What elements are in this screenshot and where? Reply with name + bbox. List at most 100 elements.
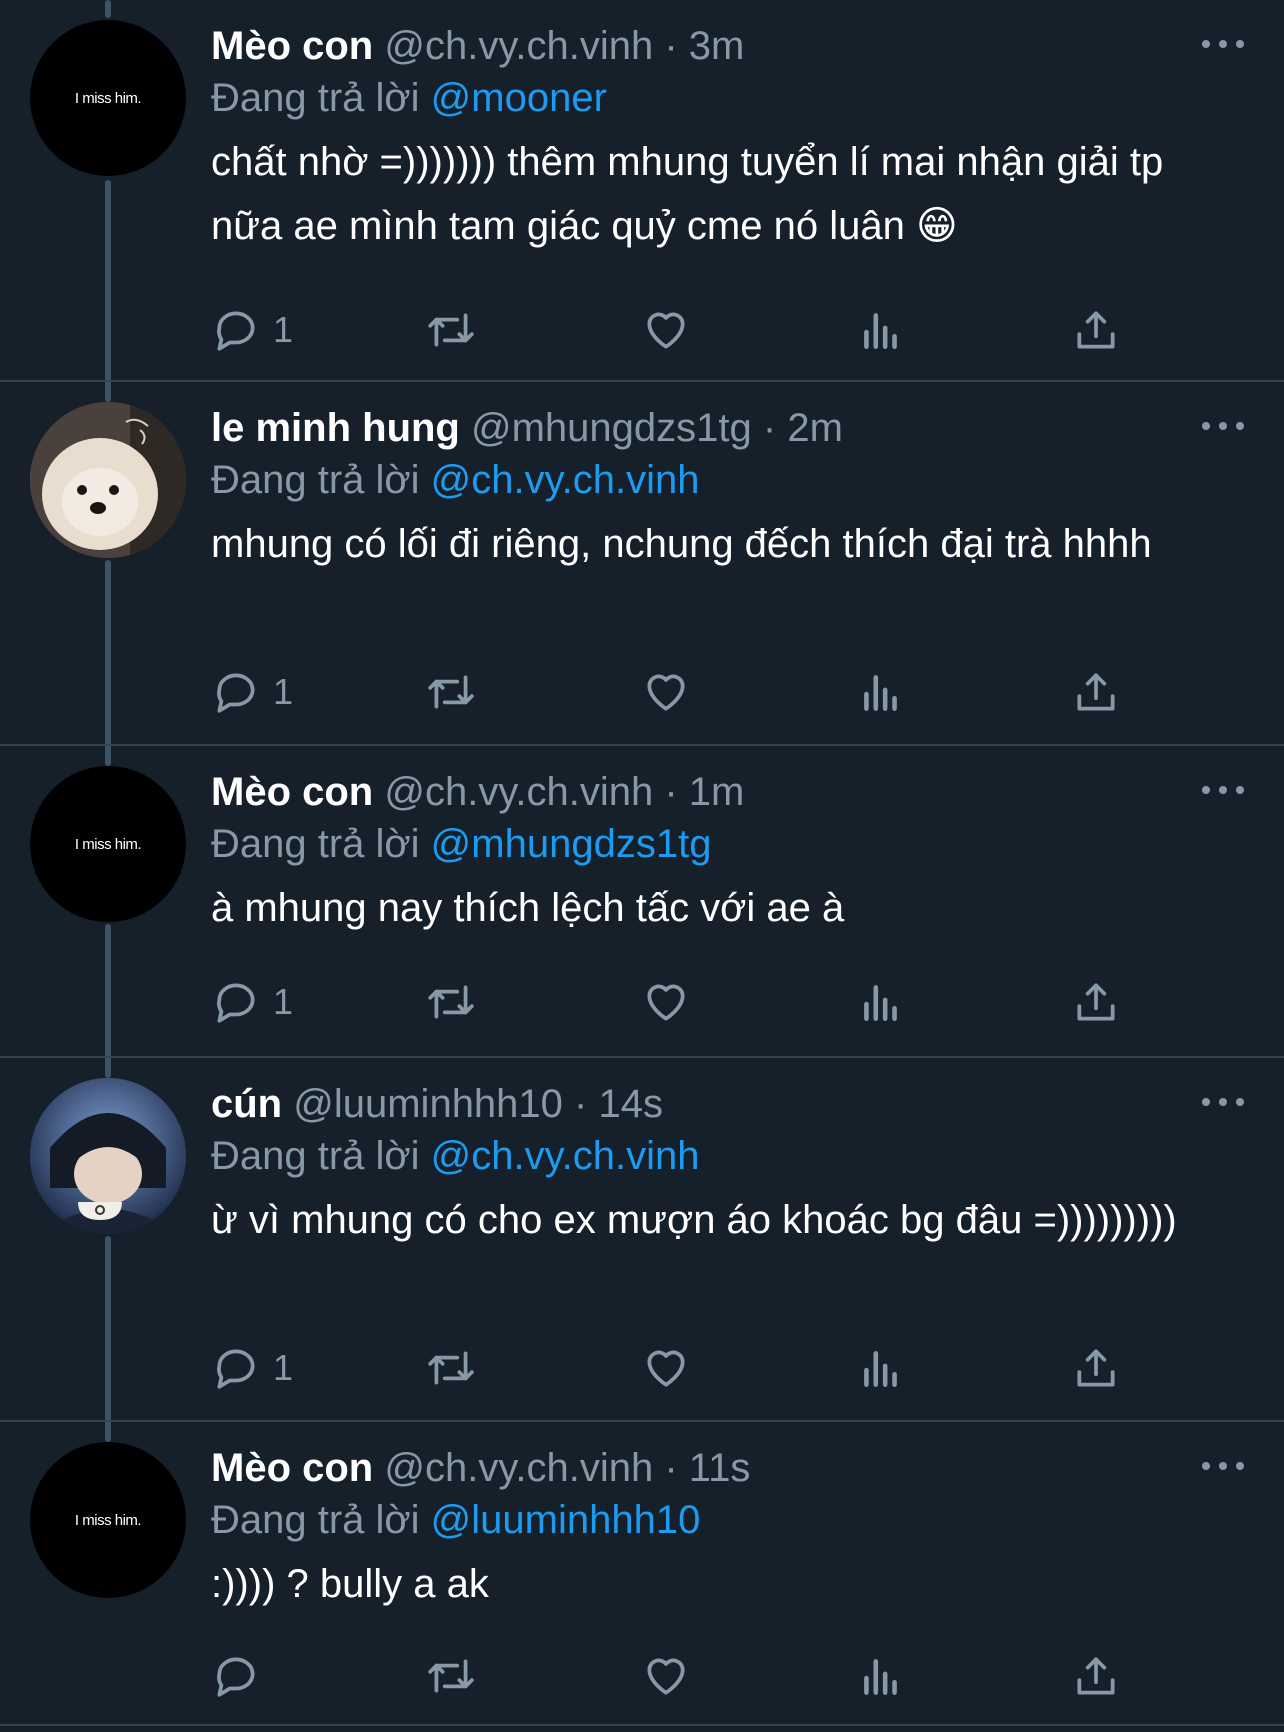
retweet-icon: [428, 313, 474, 347]
display-name[interactable]: Mèo con: [211, 770, 373, 814]
reply-button[interactable]: [211, 1648, 273, 1704]
timestamp[interactable]: 11s: [689, 1446, 751, 1490]
avatar-caption: I miss him.: [74, 89, 142, 107]
avatar-caption: I miss him.: [74, 835, 142, 853]
divider: [0, 1724, 1284, 1726]
analytics-button[interactable]: [856, 1648, 906, 1704]
user-handle[interactable]: @ch.vy.ch.vinh: [384, 24, 653, 68]
divider: [0, 744, 1284, 746]
tweet-text: à mhung nay thích lệch tấc với ae à: [211, 886, 845, 930]
avatar[interactable]: [30, 1078, 186, 1234]
timestamp[interactable]: 2m: [787, 406, 843, 450]
avatar[interactable]: I miss him.: [30, 766, 186, 922]
tweet-text: chất nhờ =))))))) thêm mhung tuyển lí ma…: [211, 140, 1164, 248]
timestamp[interactable]: 1m: [689, 770, 745, 814]
heart-icon: [647, 312, 685, 349]
avatar-caption: I miss him.: [74, 1511, 142, 1529]
separator-dot: ·: [574, 1082, 588, 1126]
reply-icon: [217, 673, 255, 713]
thread-line: [105, 560, 111, 766]
reply-icon: [217, 983, 255, 1023]
heart-icon: [647, 1658, 685, 1695]
reply-button[interactable]: 1: [211, 664, 293, 720]
retweet-button[interactable]: [426, 664, 476, 720]
share-button[interactable]: [1071, 1340, 1121, 1396]
display-name[interactable]: Mèo con: [211, 1446, 373, 1490]
divider: [0, 1056, 1284, 1058]
retweet-button[interactable]: [426, 974, 476, 1030]
divider: [0, 380, 1284, 382]
user-handle[interactable]: @ch.vy.ch.vinh: [384, 1446, 653, 1490]
tweet-text: ừ vì mhung có cho ex mượn áo khoác bg đâ…: [211, 1198, 1177, 1242]
separator-dot: ·: [664, 24, 678, 68]
display-name[interactable]: cún: [211, 1082, 282, 1126]
replying-to-label: Đang trả lời: [211, 76, 420, 120]
reply-button[interactable]: 1: [211, 974, 293, 1030]
analytics-button[interactable]: [856, 1340, 906, 1396]
analytics-button[interactable]: [856, 664, 906, 720]
tweet-header: le minh hung @mhungdzs1tg · 2m: [211, 402, 1244, 454]
like-button[interactable]: [641, 664, 691, 720]
share-button[interactable]: [1071, 302, 1121, 358]
mention-link[interactable]: @ch.vy.ch.vinh: [431, 1134, 700, 1178]
user-handle[interactable]: @mhungdzs1tg: [471, 406, 752, 450]
retweet-icon: [428, 1351, 474, 1385]
reply-count: 1: [273, 981, 294, 1022]
tweet-header: cún @luuminhhh10 · 14s: [211, 1078, 1244, 1130]
share-button[interactable]: [1071, 1648, 1121, 1704]
display-name[interactable]: le minh hung: [211, 406, 460, 450]
analytics-button[interactable]: [856, 302, 906, 358]
like-button[interactable]: [641, 1340, 691, 1396]
thread-line: [105, 924, 111, 1078]
replying-to-label: Đang trả lời: [211, 1498, 420, 1542]
action-bar: 1: [211, 974, 1171, 1030]
like-button[interactable]: [641, 302, 691, 358]
divider: [0, 1420, 1284, 1422]
more-options-icon[interactable]: [1202, 1090, 1244, 1114]
like-button[interactable]: [641, 1648, 691, 1704]
timestamp[interactable]: 3m: [689, 24, 745, 68]
mention-link[interactable]: @ch.vy.ch.vinh: [431, 458, 700, 502]
retweet-button[interactable]: [426, 1340, 476, 1396]
more-options-icon[interactable]: [1202, 32, 1244, 56]
avatar[interactable]: I miss him.: [30, 1442, 186, 1598]
share-button[interactable]: [1071, 664, 1121, 720]
replying-to: Đang trả lời @luuminhhh10: [211, 1494, 1244, 1546]
share-icon: [1077, 673, 1115, 711]
thread-line: [105, 180, 111, 402]
more-options-icon[interactable]: [1202, 778, 1244, 802]
replying-to-label: Đang trả lời: [211, 458, 420, 502]
analytics-button[interactable]: [856, 974, 906, 1030]
reply-count: 1: [273, 1347, 294, 1388]
replying-to-label: Đang trả lời: [211, 822, 420, 866]
reply-button[interactable]: 1: [211, 302, 293, 358]
mention-link[interactable]: @mhungdzs1tg: [431, 822, 712, 866]
tweet-text: mhung có lối đi riêng, nchung đếch thích…: [211, 522, 1152, 566]
more-options-icon[interactable]: [1202, 414, 1244, 438]
dog-avatar-image: [30, 402, 186, 558]
action-bar: [211, 1648, 1171, 1704]
reply-button[interactable]: 1: [211, 1340, 293, 1396]
user-handle[interactable]: @ch.vy.ch.vinh: [384, 770, 653, 814]
reply-count: 1: [273, 309, 294, 350]
display-name[interactable]: Mèo con: [211, 24, 373, 68]
reply-icon: [217, 1349, 255, 1389]
avatar[interactable]: [30, 402, 186, 558]
like-button[interactable]: [641, 974, 691, 1030]
more-options-icon[interactable]: [1202, 1454, 1244, 1478]
retweet-button[interactable]: [426, 1648, 476, 1704]
mention-link[interactable]: @luuminhhh10: [431, 1498, 701, 1542]
timestamp[interactable]: 14s: [599, 1082, 664, 1126]
analytics-icon: [864, 675, 897, 711]
user-handle[interactable]: @luuminhhh10: [293, 1082, 563, 1126]
share-button[interactable]: [1071, 974, 1121, 1030]
avatar[interactable]: I miss him.: [30, 20, 186, 176]
tweet-header: Mèo con @ch.vy.ch.vinh · 1m: [211, 766, 1244, 818]
tweet-header: Mèo con @ch.vy.ch.vinh · 3m: [211, 20, 1244, 72]
action-bar: 1: [211, 302, 1171, 358]
reply-count: 1: [273, 671, 294, 712]
retweet-button[interactable]: [426, 302, 476, 358]
mention-link[interactable]: @mooner: [431, 76, 607, 120]
heart-icon: [647, 984, 685, 1021]
reply-icon: [217, 1657, 255, 1697]
